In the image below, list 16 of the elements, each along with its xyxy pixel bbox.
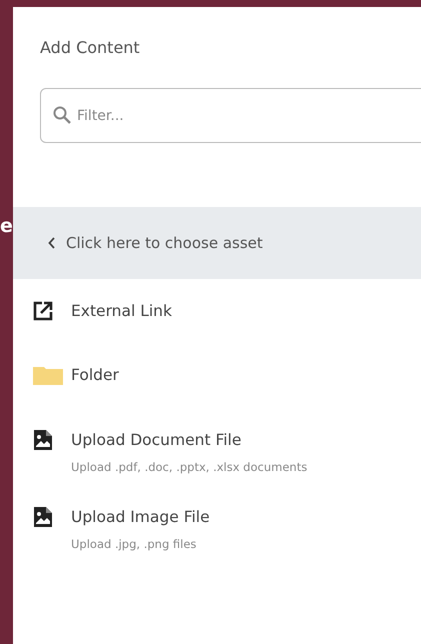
content-type-option[interactable]: Upload Image File xyxy=(71,508,210,526)
option-description: Upload .pdf, .doc, .pptx, .xlsx documents xyxy=(71,460,308,474)
content-type-option[interactable]: Folder xyxy=(71,366,119,384)
option-description: Upload .jpg, .png files xyxy=(71,537,196,551)
content-type-option[interactable]: External Link xyxy=(71,302,172,320)
file-image-icon xyxy=(33,506,53,528)
filter-field[interactable]: Filter... xyxy=(40,88,421,143)
background-text: e xyxy=(0,214,13,239)
choose-asset-link[interactable]: Click here to choose asset xyxy=(13,207,421,279)
search-icon xyxy=(53,106,71,124)
content-type-option[interactable]: Upload Document File xyxy=(71,431,242,449)
folder-icon xyxy=(33,365,63,385)
file-image-icon xyxy=(33,429,53,451)
chevron-left-icon xyxy=(48,237,56,249)
external-link-icon xyxy=(33,301,53,321)
panel-title: Add Content xyxy=(40,38,140,57)
